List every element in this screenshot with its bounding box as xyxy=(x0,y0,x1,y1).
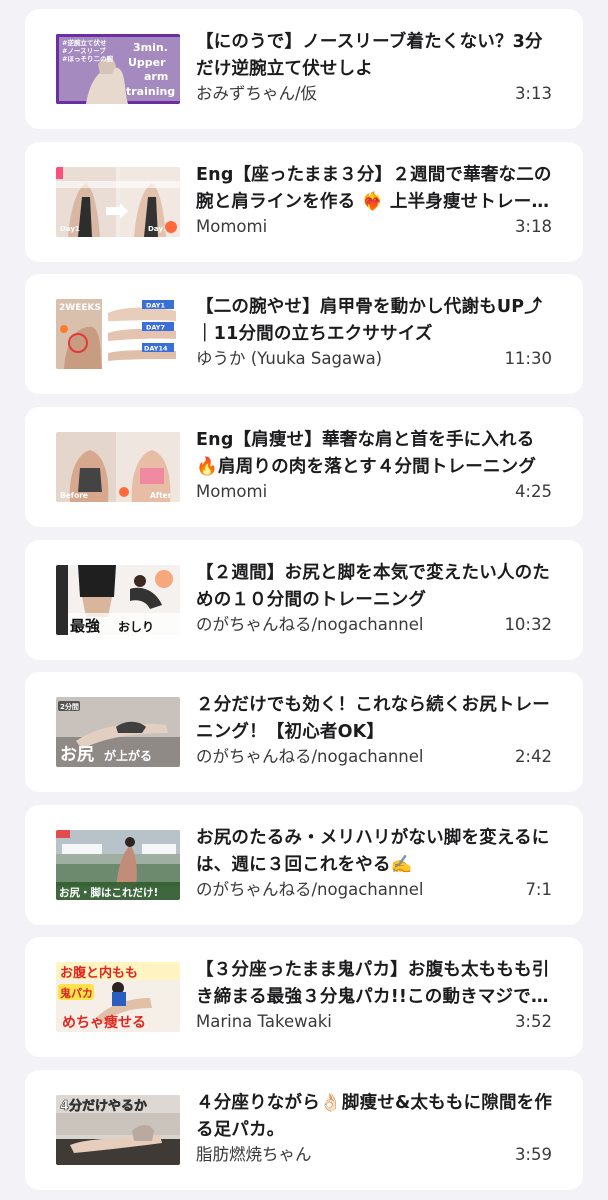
thumb-text: Before xyxy=(60,491,88,500)
thumb-text: arm xyxy=(144,70,168,83)
video-title[interactable]: 【２週間】お尻と脚を本気で変えたい人のための１０分間のトレーニング xyxy=(196,560,554,614)
channel-name[interactable]: 脂肪燃焼ちゃん xyxy=(196,1144,476,1166)
thumb-tag: #ノースリーブ xyxy=(62,46,106,55)
thumb-text: DAY1 xyxy=(146,302,166,310)
thumb-text: 2WEEKS xyxy=(59,303,101,313)
video-card[interactable]: Before After Eng【肩痩せ】華奢な肩と首を手に入れる🔥肩周りの肉を… xyxy=(25,407,583,527)
video-card[interactable]: 2WEEKS DAY1 DAY7 DAY14 【二の腕やせ】肩甲骨を動かし代謝も… xyxy=(25,274,583,394)
thumb-text: が上がる xyxy=(104,748,152,763)
channel-name[interactable]: ゆうか (Yuuka Sagawa) xyxy=(196,348,476,370)
video-duration: 7:1 xyxy=(525,880,552,899)
channel-name[interactable]: Marina Takewaki xyxy=(196,1011,476,1033)
thumb-text: training xyxy=(126,85,175,98)
video-title[interactable]: ２分だけでも効く！これなら続くお尻トレーニング！【初心者OK】 xyxy=(196,692,554,746)
video-duration: 11:30 xyxy=(504,349,552,368)
video-title[interactable]: ４分座りながら👌🏻脚痩せ&太ももに隙間を作る足パカ。 xyxy=(196,1090,554,1144)
video-card[interactable]: お腹と内もも 鬼パカ めちゃ痩せる 【３分座ったまま鬼パカ】お腹も太ももも引き締… xyxy=(25,937,583,1057)
video-duration: 3:52 xyxy=(514,1012,552,1031)
video-card[interactable]: Day1 Day14 Eng【座ったまま３分】２週間で華奢な二の腕と肩ラインを作… xyxy=(25,142,583,262)
thumb-text: お尻 xyxy=(60,745,94,765)
video-card[interactable]: 2分間 お尻 が上がる ２分だけでも効く！これなら続くお尻トレーニング！【初心者… xyxy=(25,672,583,792)
video-thumbnail[interactable]: 2WEEKS DAY1 DAY7 DAY14 xyxy=(56,299,180,369)
channel-name[interactable]: Momomi xyxy=(196,481,476,503)
thumb-text: 鬼パカ xyxy=(60,986,93,1000)
video-card[interactable]: 最強 おしり 【２週間】お尻と脚を本気で変えたい人のための１０分間のトレーニング… xyxy=(25,540,583,660)
video-thumbnail[interactable]: 最強 おしり xyxy=(56,565,180,635)
thumb-text: お尻・脚はこれだけ! xyxy=(59,886,158,899)
thumb-text: DAY14 xyxy=(144,345,168,353)
channel-name[interactable]: おみずちゃん/仮 xyxy=(196,83,476,105)
thumb-text: お腹と内もも xyxy=(60,965,138,981)
video-title[interactable]: 【にのうで】ノースリーブ着たくない？3分だけ逆腕立て伏せしよ xyxy=(196,29,554,83)
thumb-text: 4分だけやるか xyxy=(60,1098,147,1114)
video-duration: 3:18 xyxy=(514,217,552,236)
thumb-text: 最強 xyxy=(70,617,100,635)
video-title[interactable]: 【二の腕やせ】肩甲骨を動かし代謝もUP⤴︎｜11分間の立ちエクササイズ xyxy=(196,294,554,348)
video-title[interactable]: お尻のたるみ・メリハリがない脚を変えるには、週に３回これをやる✍️ xyxy=(196,825,554,879)
video-duration: 3:13 xyxy=(514,84,552,103)
video-title[interactable]: Eng【肩痩せ】華奢な肩と首を手に入れる🔥肩周りの肉を落とす４分間トレーニング xyxy=(196,427,554,481)
thumb-text: After xyxy=(150,491,172,500)
video-card[interactable]: #逆腕立て伏せ #ノースリーブ #ほっそり二の腕 3min. Upper arm… xyxy=(25,9,583,129)
video-thumbnail[interactable]: お尻・脚はこれだけ! xyxy=(56,830,180,900)
video-duration: 4:25 xyxy=(514,482,552,501)
thumb-text: Upper xyxy=(128,56,166,69)
video-thumbnail[interactable]: #逆腕立て伏せ #ノースリーブ #ほっそり二の腕 3min. Upper arm… xyxy=(56,34,180,104)
video-thumbnail[interactable]: Day1 Day14 xyxy=(56,167,180,237)
video-thumbnail[interactable]: Before After xyxy=(56,432,180,502)
thumb-text: 2分間 xyxy=(60,702,79,711)
video-duration: 2:42 xyxy=(514,747,552,766)
thumb-tag: #逆腕立て伏せ xyxy=(62,38,107,47)
thumb-text: DAY7 xyxy=(146,324,165,332)
channel-name[interactable]: のがちゃんねる/nogachannel xyxy=(196,614,476,636)
video-thumbnail[interactable]: 4分だけやるか xyxy=(56,1095,180,1165)
video-duration: 3:59 xyxy=(514,1145,552,1164)
channel-name[interactable]: のがちゃんねる/nogachannel xyxy=(196,879,476,901)
channel-name[interactable]: のがちゃんねる/nogachannel xyxy=(196,746,476,768)
thumb-text: おしり xyxy=(118,620,154,634)
video-card[interactable]: お尻・脚はこれだけ! お尻のたるみ・メリハリがない脚を変えるには、週に３回これを… xyxy=(25,805,583,925)
video-title[interactable]: 【３分座ったまま鬼パカ】お腹も太ももも引き締まる最強３分鬼パカ!!この動きマジで… xyxy=(196,957,554,1011)
video-thumbnail[interactable]: お腹と内もも 鬼パカ めちゃ痩せる xyxy=(56,962,180,1032)
video-list: #逆腕立て伏せ #ノースリーブ #ほっそり二の腕 3min. Upper arm… xyxy=(0,0,608,1200)
video-duration: 10:32 xyxy=(504,615,552,634)
thumb-text: 3min. xyxy=(133,41,168,54)
thumb-tag: #ほっそり二の腕 xyxy=(62,54,113,63)
thumb-text: めちゃ痩せる xyxy=(62,1014,146,1031)
channel-name[interactable]: Momomi xyxy=(196,216,476,238)
video-card[interactable]: 4分だけやるか ４分座りながら👌🏻脚痩せ&太ももに隙間を作る足パカ。 脂肪燃焼ち… xyxy=(25,1070,583,1190)
video-thumbnail[interactable]: 2分間 お尻 が上がる xyxy=(56,697,180,767)
video-title[interactable]: Eng【座ったまま３分】２週間で華奢な二の腕と肩ラインを作る ❤️‍🔥 上半身痩… xyxy=(196,162,554,216)
thumb-text: Day1 xyxy=(60,225,80,233)
